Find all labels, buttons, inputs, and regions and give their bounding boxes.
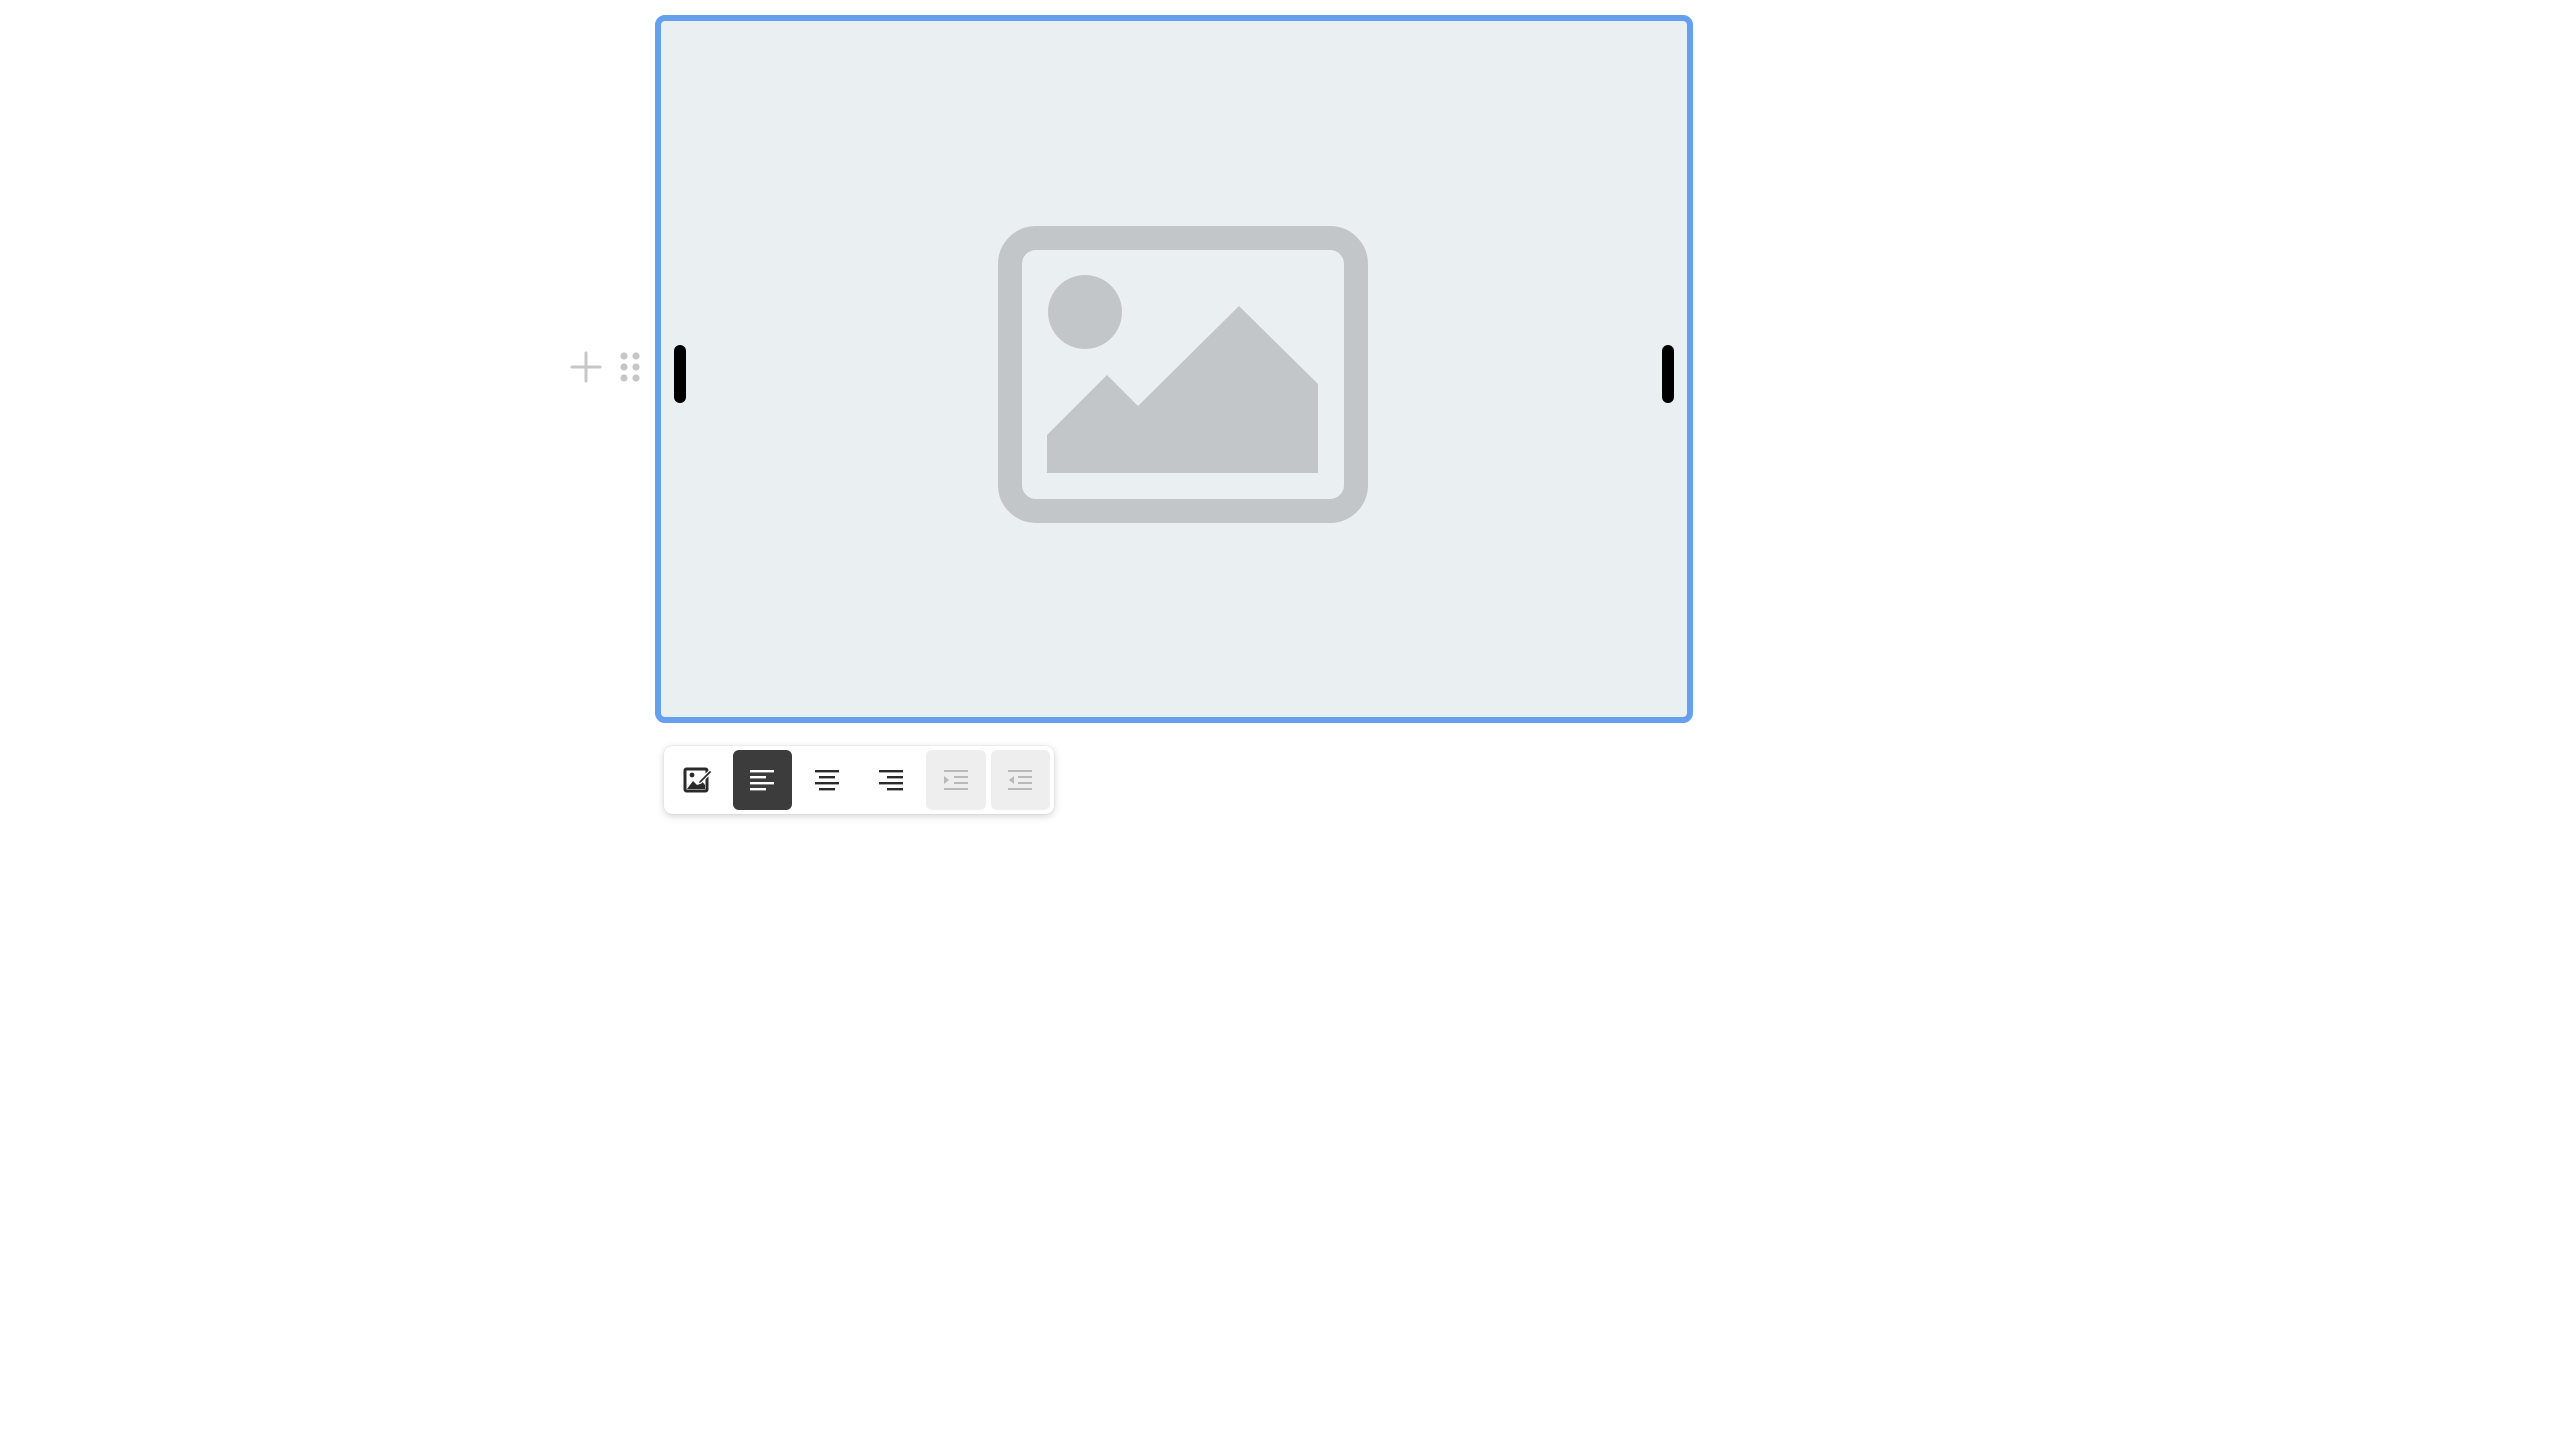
image-edit-icon — [683, 767, 713, 793]
indent-icon — [943, 770, 968, 790]
align-right-icon — [879, 770, 904, 791]
drag-block-button[interactable] — [618, 349, 642, 385]
align-left-icon — [750, 770, 775, 791]
image-toolbar — [664, 746, 1054, 814]
indent-button[interactable] — [926, 750, 986, 810]
plus-icon — [570, 351, 602, 383]
align-center-button[interactable] — [797, 750, 857, 810]
align-center-icon — [814, 770, 839, 791]
add-block-button[interactable] — [568, 349, 604, 385]
editor-canvas — [0, 0, 2560, 1440]
replace-image-button[interactable] — [668, 750, 728, 810]
outdent-icon — [1008, 770, 1033, 790]
align-right-button[interactable] — [862, 750, 922, 810]
align-left-button[interactable] — [732, 750, 792, 810]
outdent-button[interactable] — [990, 750, 1050, 810]
drag-handle-icon — [620, 352, 640, 382]
image-block[interactable] — [655, 15, 1693, 723]
resize-handle-left[interactable] — [674, 345, 686, 403]
block-controls — [568, 349, 642, 385]
image-placeholder-icon — [998, 226, 1368, 523]
resize-handle-right[interactable] — [1662, 345, 1674, 403]
